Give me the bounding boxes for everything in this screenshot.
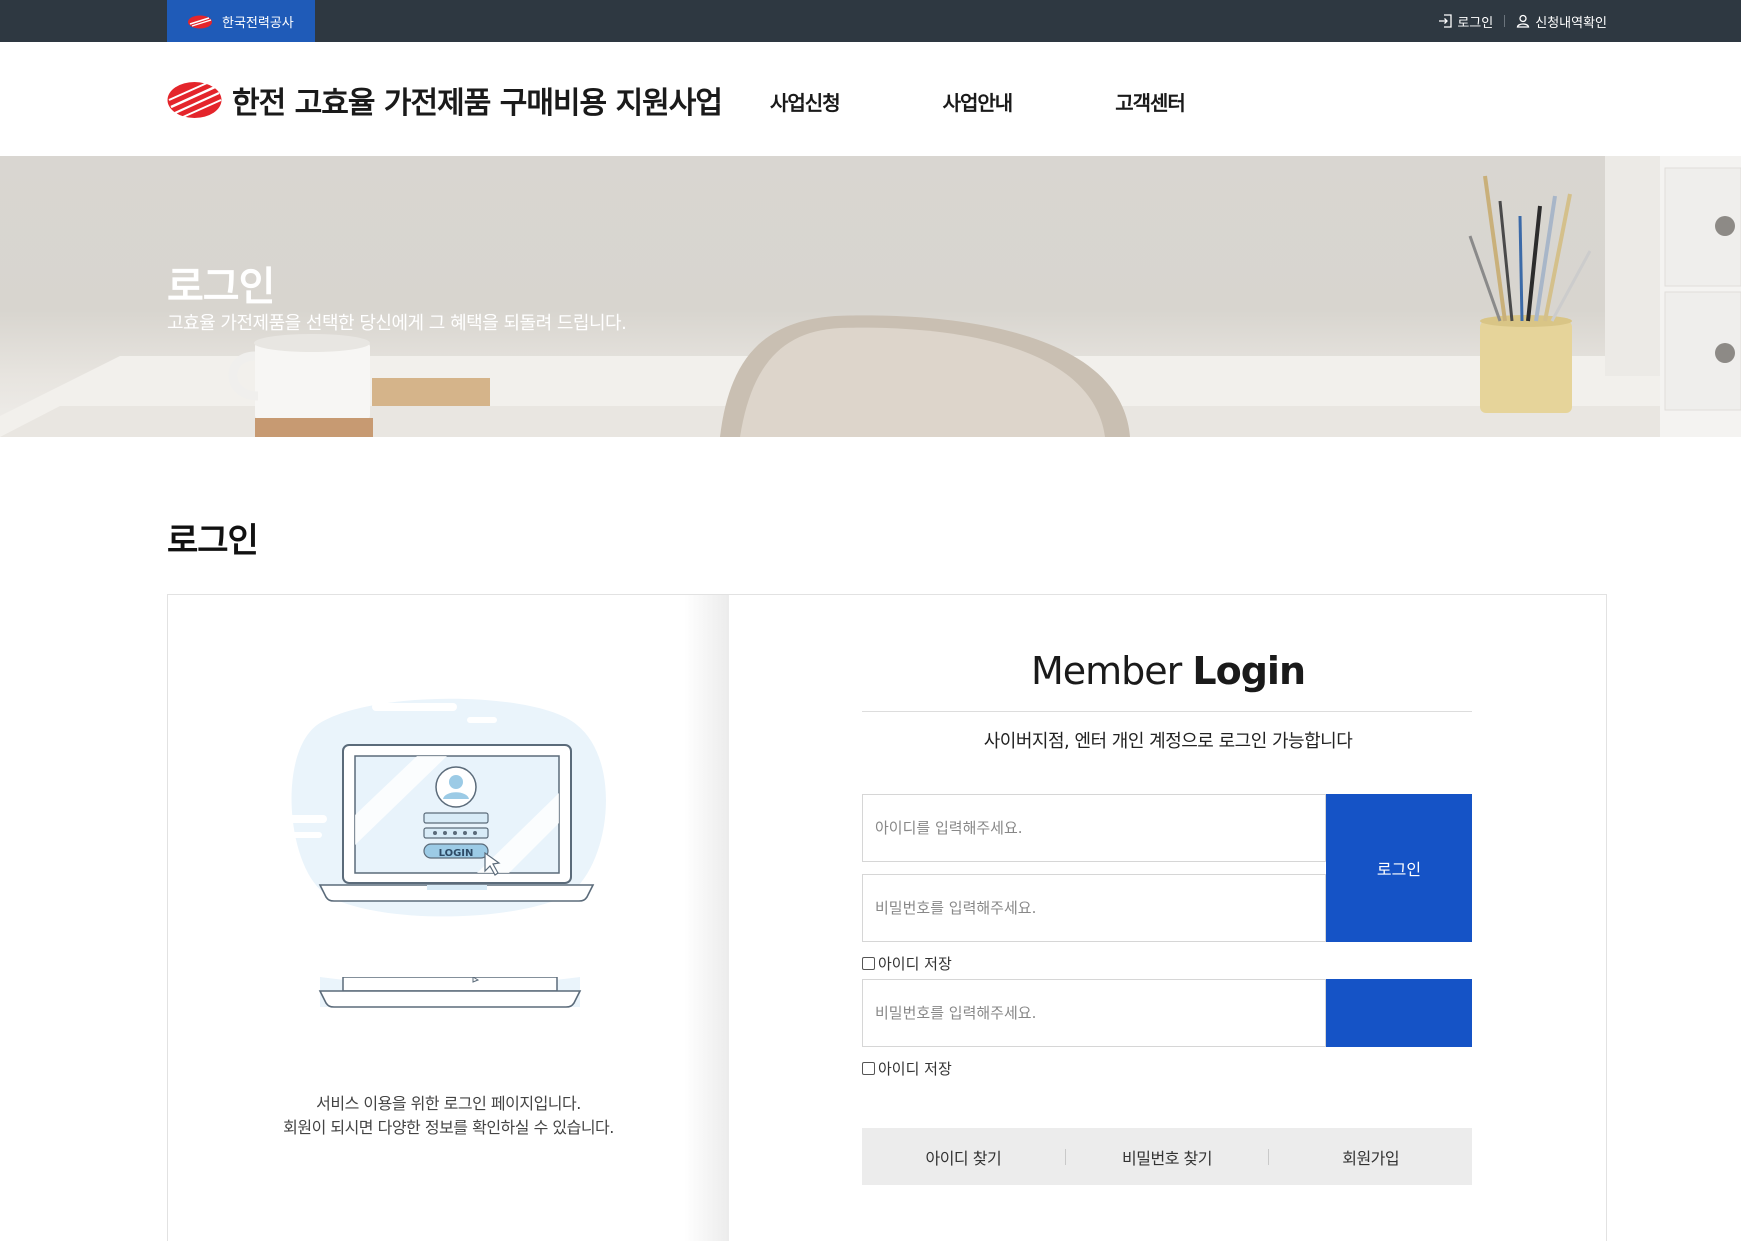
id-field[interactable] xyxy=(862,794,1326,862)
find-password-link[interactable]: 비밀번호 찾기 xyxy=(1066,1145,1269,1169)
login-button-duplicate[interactable] xyxy=(1326,979,1472,1047)
hero-banner: 로그인 고효율 가전제품을 선택한 당신에게 그 혜택을 되돌려 드립니다. xyxy=(0,156,1741,437)
utility-links: 로그인 신청내역확인 xyxy=(1438,0,1607,42)
signup-link[interactable]: 회원가입 xyxy=(1269,1145,1472,1169)
login-button[interactable]: 로그인 xyxy=(1326,794,1472,942)
find-id-link[interactable]: 아이디 찾기 xyxy=(862,1145,1065,1169)
password-field-duplicate[interactable] xyxy=(862,979,1326,1047)
main-nav: 사업신청 사업안내 고객센터 xyxy=(770,87,1288,116)
top-login-link[interactable]: 로그인 xyxy=(1438,12,1493,31)
nav-item-guide[interactable]: 사업안내 xyxy=(943,87,1014,116)
id-input[interactable] xyxy=(863,795,1325,861)
illustration-login-text: LOGIN xyxy=(438,848,474,859)
login-form-description: 사이버지점, 엔터 개인 계정으로 로그인 가능합니다 xyxy=(983,731,1353,752)
checkbox-box-duplicate[interactable] xyxy=(862,1062,875,1075)
kepco-label: 한국전력공사 xyxy=(222,15,294,31)
password-field[interactable] xyxy=(862,874,1326,942)
login-icon xyxy=(1439,14,1452,28)
laptop-login-illustration xyxy=(287,698,606,917)
title-bold-text: Login xyxy=(1192,649,1306,693)
kepco-home-link[interactable]: 한국전력공사 xyxy=(167,0,315,42)
utility-divider xyxy=(1504,15,1506,27)
save-id-checkbox-duplicate[interactable]: 아이디 저장 xyxy=(862,1058,952,1079)
save-id-checkbox[interactable]: 아이디 저장 xyxy=(862,953,952,974)
kepco-logo-icon xyxy=(167,82,222,118)
login-panel: LOGIN 서비스 이용을 위한 로그인 페이지입니다. 회원이 되시면 다양한… xyxy=(167,594,1607,1241)
password-input-duplicate[interactable] xyxy=(863,980,1325,1046)
password-input[interactable] xyxy=(863,875,1325,941)
banner-title: 로그인 xyxy=(167,264,275,310)
top-login-label: 로그인 xyxy=(1457,15,1494,31)
description-line-1: 서비스 이용을 위한 로그인 페이지입니다. xyxy=(316,1094,581,1113)
banner-subtitle: 고효율 가전제품을 선택한 당신에게 그 혜택을 되돌려 드립니다. xyxy=(167,313,627,334)
nav-item-apply[interactable]: 사업신청 xyxy=(770,87,841,116)
login-panel-description: 서비스 이용을 위한 로그인 페이지입니다. 회원이 되시면 다양한 정보를 확… xyxy=(168,1092,729,1140)
user-icon xyxy=(1516,14,1530,28)
application-history-label: 신청내역확인 xyxy=(1535,15,1607,31)
laptop-illustration-duplicate xyxy=(318,977,582,1008)
description-line-2: 회원이 되시면 다양한 정보를 확인하실 수 있습니다. xyxy=(283,1118,614,1137)
checkbox-box[interactable] xyxy=(862,957,875,970)
login-form-panel: Member Login 사이버지점, 엔터 개인 계정으로 로그인 가능합니다… xyxy=(729,595,1607,1241)
site-header: 한전 고효율 가전제품 구매비용 지원사업 사업신청 사업안내 고객센터 xyxy=(0,42,1741,156)
login-illustration-panel: LOGIN 서비스 이용을 위한 로그인 페이지입니다. 회원이 되시면 다양한… xyxy=(168,595,729,1241)
page-title: 로그인 xyxy=(167,521,259,561)
top-utility-bar: 한국전력공사 로그인 신청내역확인 xyxy=(0,0,1741,42)
member-login-title: Member Login xyxy=(729,649,1607,693)
application-history-link[interactable]: 신청내역확인 xyxy=(1516,12,1607,31)
save-id-label-duplicate: 아이디 저장 xyxy=(878,1060,952,1078)
title-divider xyxy=(862,711,1472,712)
site-title: 한전 고효율 가전제품 구매비용 지원사업 xyxy=(232,86,723,121)
save-id-label: 아이디 저장 xyxy=(878,955,952,973)
kepco-logo-icon xyxy=(187,14,213,29)
panel-fold-shadow xyxy=(684,595,729,1241)
site-logo[interactable]: 한전 고효율 가전제품 구매비용 지원사업 xyxy=(167,78,723,122)
account-links-bar: 아이디 찾기 비밀번호 찾기 회원가입 xyxy=(862,1128,1472,1185)
title-light-text: Member xyxy=(1030,649,1182,693)
nav-item-support[interactable]: 고객센터 xyxy=(1115,87,1186,116)
